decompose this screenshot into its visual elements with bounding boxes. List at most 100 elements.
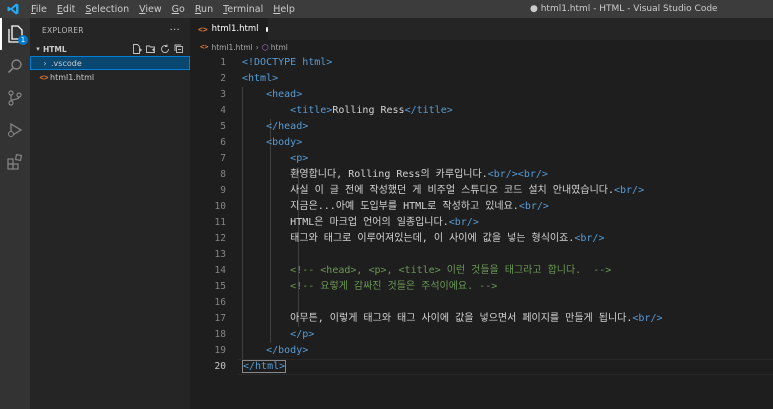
- refresh-icon[interactable]: [159, 44, 170, 55]
- line-number: 4: [220, 105, 226, 116]
- html-tag: <html>: [242, 73, 279, 84]
- code-line[interactable]: 8 환영합니다, Rolling Ress의 카루입니다.<br/><br/>: [190, 167, 773, 183]
- html-tag: <title>: [290, 105, 333, 116]
- html-tag: <br/>: [614, 185, 645, 196]
- workspace-section[interactable]: ▾ HTML: [30, 42, 190, 56]
- line-number: 20: [214, 361, 226, 372]
- section-actions: [131, 44, 190, 55]
- html-tag: <p>: [290, 153, 309, 164]
- code-line[interactable]: 9 사실 이 글 전에 작성했던 게 비주얼 스튜디오 코드 설치 안내였습니다…: [190, 183, 773, 199]
- line-number: 7: [220, 153, 226, 164]
- line-number: 13: [214, 249, 226, 260]
- run-debug-icon[interactable]: [0, 114, 30, 146]
- code-line[interactable]: 2 <html>: [190, 71, 773, 87]
- code-content: </head>: [242, 119, 308, 135]
- text-content: 태그와 태그로 이루어져있는데, 이 사이에 값을 넣는 형식이죠.: [242, 233, 575, 244]
- text-content: Rolling Ress: [332, 105, 405, 116]
- code-line[interactable]: 17 아무튼, 이렇게 태그와 태그 사이에 값을 넣으면서 페이지를 만들게 …: [190, 311, 773, 327]
- vscode-logo-icon: [0, 0, 26, 18]
- tree-folder-vscode[interactable]: › .vscode: [30, 56, 190, 70]
- code-line[interactable]: 1 <!DOCTYPE html>: [190, 55, 773, 71]
- breadcrumb-file[interactable]: html1.html: [211, 43, 252, 52]
- text-content: [242, 345, 266, 356]
- line-number: 12: [214, 233, 226, 244]
- explorer-sidebar: EXPLORER ··· ▾ HTML › .vscode <> html1.h…: [30, 18, 190, 409]
- more-actions-icon[interactable]: ···: [170, 25, 180, 36]
- code-content: <title>Rolling Ress</title>: [242, 103, 453, 119]
- explorer-header: EXPLORER ···: [30, 18, 190, 42]
- code-line[interactable]: 3 <head>: [190, 87, 773, 103]
- html-tag: </p>: [290, 329, 315, 340]
- code-content: 아무튼, 이렇게 태그와 태그 사이에 값을 넣으면서 페이지를 만들게 됩니다…: [242, 311, 663, 327]
- code-content: <p>: [242, 151, 308, 167]
- text-content: [242, 137, 266, 148]
- code-content: HTML은 마크업 언어의 일종입니다.<br/>: [242, 215, 479, 231]
- source-control-icon[interactable]: [0, 82, 30, 114]
- menu-selection[interactable]: Selection: [80, 4, 134, 15]
- code-line[interactable]: 5 </head>: [190, 119, 773, 135]
- html-tag: <body>: [266, 137, 303, 148]
- code-line[interactable]: 11 HTML은 마크업 언어의 일종입니다.<br/>: [190, 215, 773, 231]
- html-tag: <br/>: [632, 313, 663, 324]
- menu-go[interactable]: Go: [167, 4, 190, 15]
- text-content: [242, 121, 266, 132]
- new-file-icon[interactable]: [131, 44, 142, 55]
- breadcrumb-separator-icon: ›: [255, 42, 259, 52]
- workspace-name: HTML: [43, 44, 67, 54]
- code-content: <html>: [242, 71, 278, 87]
- code-content: <!-- 요렇게 감싸진 것들은 주석이에요. -->: [242, 279, 497, 295]
- line-number: 18: [214, 329, 226, 340]
- line-number: 15: [214, 281, 226, 292]
- html-tag: </body>: [266, 345, 309, 356]
- text-content: 지금은...아예 도입부를 HTML로 작성하고 있네요.: [242, 201, 519, 212]
- text-content: 사실 이 글 전에 작성했던 게 비주얼 스튜디오 코드 설치 안내였습니다.: [242, 185, 614, 196]
- code-line[interactable]: 19 </body>: [190, 343, 773, 359]
- text-content: HTML은 마크업 언어의 일종입니다.: [242, 217, 449, 228]
- code-content: 사실 이 글 전에 작성했던 게 비주얼 스튜디오 코드 설치 안내였습니다.<…: [242, 183, 644, 199]
- code-line[interactable]: 12 태그와 태그로 이루어져있는데, 이 사이에 값을 넣는 형식이죠.<br…: [190, 231, 773, 247]
- explorer-files-icon[interactable]: 1: [0, 18, 30, 50]
- menu-help[interactable]: Help: [268, 4, 300, 15]
- code-content: <body>: [242, 135, 302, 151]
- unsaved-dot-icon[interactable]: [266, 26, 268, 32]
- html-tag: <br/><br/>: [487, 169, 548, 180]
- line-number: 6: [220, 137, 226, 148]
- extensions-icon[interactable]: [0, 146, 30, 178]
- explorer-badge: 1: [18, 35, 28, 45]
- menu-terminal[interactable]: Terminal: [218, 4, 268, 15]
- tab-bar: <> html1.html: [190, 18, 773, 40]
- menu-run[interactable]: Run: [190, 4, 218, 15]
- code-line[interactable]: 18 </p>: [190, 327, 773, 343]
- tab-label: html1.html: [211, 24, 259, 34]
- line-number: 3: [220, 89, 226, 100]
- code-line[interactable]: 6 <body>: [190, 135, 773, 151]
- collapse-all-icon[interactable]: [173, 44, 184, 55]
- code-editor[interactable]: 1 <!DOCTYPE html> 2 <html> 3 <head> 4 <title>…: [190, 54, 773, 409]
- code-content: </body>: [242, 343, 308, 359]
- code-line[interactable]: 20 </html>: [190, 359, 773, 375]
- html-tag: <br/>: [518, 201, 549, 212]
- html-tag: </head>: [266, 121, 309, 132]
- code-line[interactable]: 14 <!-- <head>, <p>, <title> 이런 것들을 태그라고…: [190, 263, 773, 279]
- code-line[interactable]: 4 <title>Rolling Ress</title>: [190, 103, 773, 119]
- menu-edit[interactable]: Edit: [52, 4, 80, 15]
- new-folder-icon[interactable]: [145, 44, 156, 55]
- code-line[interactable]: 7 <p>: [190, 151, 773, 167]
- html-tag: </title>: [404, 105, 453, 116]
- tree-file-html1[interactable]: <> html1.html: [30, 70, 190, 84]
- code-line[interactable]: 10 지금은...아예 도입부를 HTML로 작성하고 있네요.<br/>: [190, 199, 773, 215]
- menu-file[interactable]: File: [26, 4, 52, 15]
- code-content: <head>: [242, 87, 302, 103]
- tab-html1[interactable]: <> html1.html: [190, 18, 268, 40]
- breadcrumb-element[interactable]: html: [271, 43, 288, 52]
- menu-view[interactable]: View: [134, 4, 167, 15]
- line-number: 16: [214, 297, 226, 308]
- code-content: <!-- <head>, <p>, <title> 이런 것들을 태그라고 합니…: [242, 263, 611, 279]
- text-content: [242, 153, 290, 164]
- code-line[interactable]: 15 <!-- 요렇게 감싸진 것들은 주석이에요. -->: [190, 279, 773, 295]
- title-bar: File Edit Selection View Go Run Terminal Help ●…: [0, 0, 773, 18]
- html-tag: </html>: [242, 360, 287, 373]
- code-line[interactable]: 13: [190, 247, 773, 263]
- search-icon[interactable]: [0, 50, 30, 82]
- code-line[interactable]: 16: [190, 295, 773, 311]
